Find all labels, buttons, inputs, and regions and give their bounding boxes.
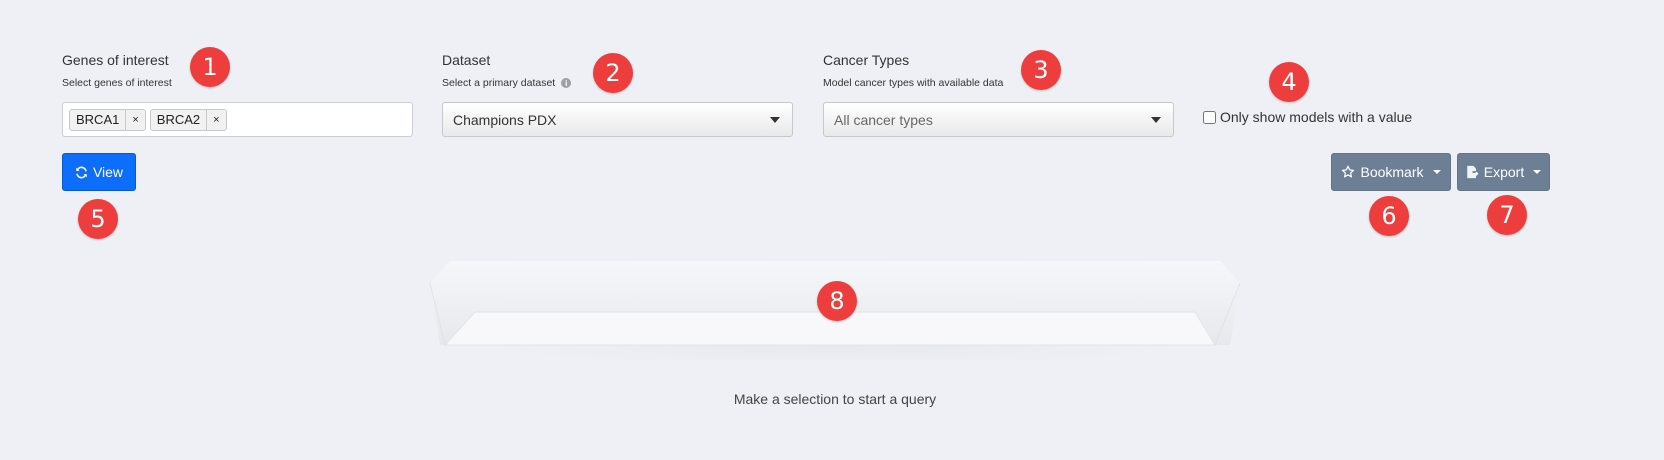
- genes-sublabel: Select genes of interest: [62, 77, 172, 89]
- star-icon: [1342, 165, 1355, 178]
- cancer-types-placeholder: All cancer types: [834, 111, 933, 128]
- dataset-label: Dataset: [442, 52, 491, 68]
- only-with-value-label[interactable]: Only show models with a value: [1220, 109, 1412, 125]
- annotation-badge-8: 8: [817, 281, 857, 321]
- cancer-types-sublabel: Model cancer types with available data: [823, 77, 1004, 89]
- cancer-types-label: Cancer Types: [823, 52, 910, 68]
- only-with-value-filter: Only show models with a value: [1203, 109, 1412, 125]
- gene-chip-label: BRCA2: [156, 112, 201, 127]
- bookmark-button[interactable]: Bookmark: [1331, 153, 1451, 191]
- cancer-types-select[interactable]: All cancer types: [823, 102, 1174, 137]
- dataset-selected-value: Champions PDX: [453, 111, 557, 128]
- annotation-badge-2: 2: [593, 53, 633, 93]
- refresh-icon: [76, 166, 87, 178]
- annotation-badge-7: 7: [1487, 195, 1527, 235]
- annotation-badge-4: 4: [1269, 62, 1309, 102]
- bookmark-button-label: Bookmark: [1360, 164, 1424, 180]
- export-button-label: Export: [1483, 164, 1525, 180]
- file-export-icon: [1467, 165, 1479, 179]
- annotation-badge-5: 5: [78, 199, 118, 239]
- chevron-down-icon: [770, 116, 780, 123]
- info-icon[interactable]: i: [561, 78, 572, 89]
- remove-chip-icon[interactable]: ×: [125, 109, 144, 130]
- view-button[interactable]: View: [62, 153, 136, 191]
- view-button-label: View: [92, 164, 124, 180]
- dataset-sublabel-row: Select a primary dataset i: [442, 77, 572, 89]
- caret-down-icon: [1533, 170, 1542, 174]
- chevron-down-icon: [1151, 116, 1161, 123]
- genes-label: Genes of interest: [62, 52, 169, 68]
- annotation-badge-6: 6: [1369, 196, 1409, 236]
- remove-chip-icon[interactable]: ×: [206, 109, 225, 130]
- export-button[interactable]: Export: [1457, 153, 1550, 191]
- caret-down-icon: [1432, 170, 1441, 174]
- annotation-badge-3: 3: [1021, 50, 1061, 90]
- gene-chip-label: BRCA1: [76, 112, 120, 127]
- gene-chip-brca2: BRCA2 ×: [149, 108, 227, 131]
- empty-state-message: Make a selection to start a query: [733, 391, 937, 407]
- dataset-sublabel: Select a primary dataset: [442, 77, 556, 89]
- genes-multiselect[interactable]: BRCA1 × BRCA2 ×: [62, 102, 413, 137]
- annotation-badge-1: 1: [190, 47, 230, 87]
- only-with-value-checkbox[interactable]: [1203, 110, 1216, 124]
- gene-chip-brca1: BRCA1 ×: [69, 108, 146, 131]
- dataset-select[interactable]: Champions PDX: [442, 102, 793, 137]
